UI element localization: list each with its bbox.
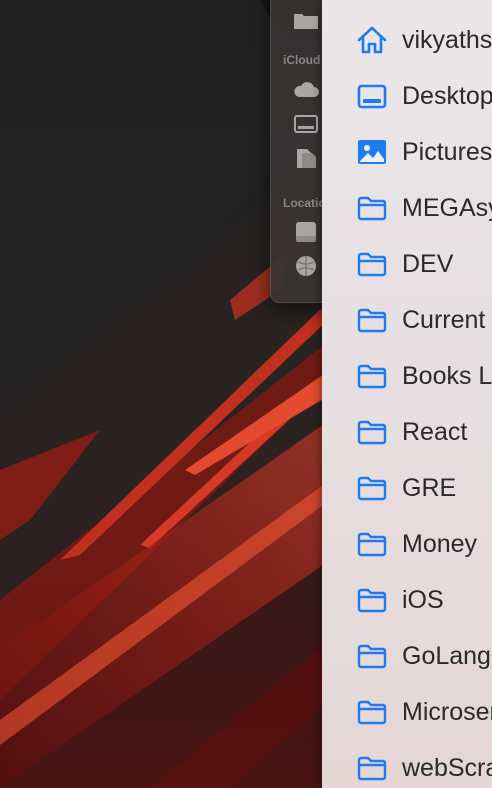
folder-icon <box>356 193 388 223</box>
home-icon <box>356 25 388 55</box>
menu-item-microservices[interactable]: Microservices <box>322 684 492 740</box>
hard-drive-icon[interactable] <box>293 221 319 243</box>
folder-icon <box>356 305 388 335</box>
menu-item-label: Books Library <box>402 361 492 390</box>
documents-icon[interactable] <box>293 147 319 169</box>
folder-icon[interactable] <box>293 9 319 31</box>
menu-item-label: iOS <box>402 585 444 614</box>
menu-item-label: Money <box>402 529 478 558</box>
folder-icon <box>356 585 388 615</box>
menu-item-desktop[interactable]: Desktop <box>322 68 492 124</box>
menu-item-react[interactable]: React <box>322 404 492 460</box>
sidebar-section-icloud: iCloud <box>283 53 321 67</box>
menu-item-label: vikyathsharma <box>402 25 492 54</box>
pictures-icon <box>356 137 388 167</box>
desktop-icon[interactable] <box>293 113 319 135</box>
folder-icon <box>356 753 388 783</box>
folder-icon <box>356 529 388 559</box>
menu-item-label: GRE <box>402 473 457 502</box>
menu-item-golang[interactable]: GoLang <box>322 628 492 684</box>
folder-icon <box>356 641 388 671</box>
folder-icon <box>356 249 388 279</box>
folder-icon <box>356 417 388 447</box>
desktop-icon <box>356 81 388 111</box>
folder-icon <box>356 361 388 391</box>
menu-item-gre[interactable]: GRE <box>322 460 492 516</box>
menu-item-current[interactable]: Current <box>322 292 492 348</box>
icloud-drive-icon[interactable] <box>293 79 319 101</box>
menu-item-label: Current <box>402 305 486 334</box>
menu-item-megasync[interactable]: MEGAsync <box>322 180 492 236</box>
folder-icon <box>356 697 388 727</box>
menu-item-pictures[interactable]: Pictures <box>322 124 492 180</box>
menu-item-label: DEV <box>402 249 454 278</box>
menu-item-webscraping[interactable]: webScraping <box>322 740 492 788</box>
menu-item-vikyathsharma[interactable]: vikyathsharma <box>322 12 492 68</box>
menu-item-label: Microservices <box>402 697 492 726</box>
desktop: iCloud Locations vikyathsharma <box>0 0 492 788</box>
menu-item-label: webScraping <box>402 753 492 782</box>
menu-item-label: React <box>402 417 468 446</box>
menu-item-label: GoLang <box>402 641 491 670</box>
folder-icon <box>356 473 388 503</box>
menu-item-label: MEGAsync <box>402 193 492 222</box>
menu-item-money[interactable]: Money <box>322 516 492 572</box>
menu-item-label: Pictures <box>402 137 492 166</box>
menu-item-ios[interactable]: iOS <box>322 572 492 628</box>
menu-item-books-library[interactable]: Books Library <box>322 348 492 404</box>
menu-item-label: Desktop <box>402 81 492 110</box>
network-icon[interactable] <box>293 255 319 277</box>
menu-item-dev[interactable]: DEV <box>322 236 492 292</box>
finder-sidebar-menu: vikyathsharma Desktop Pictures MEGAsync <box>322 0 492 788</box>
